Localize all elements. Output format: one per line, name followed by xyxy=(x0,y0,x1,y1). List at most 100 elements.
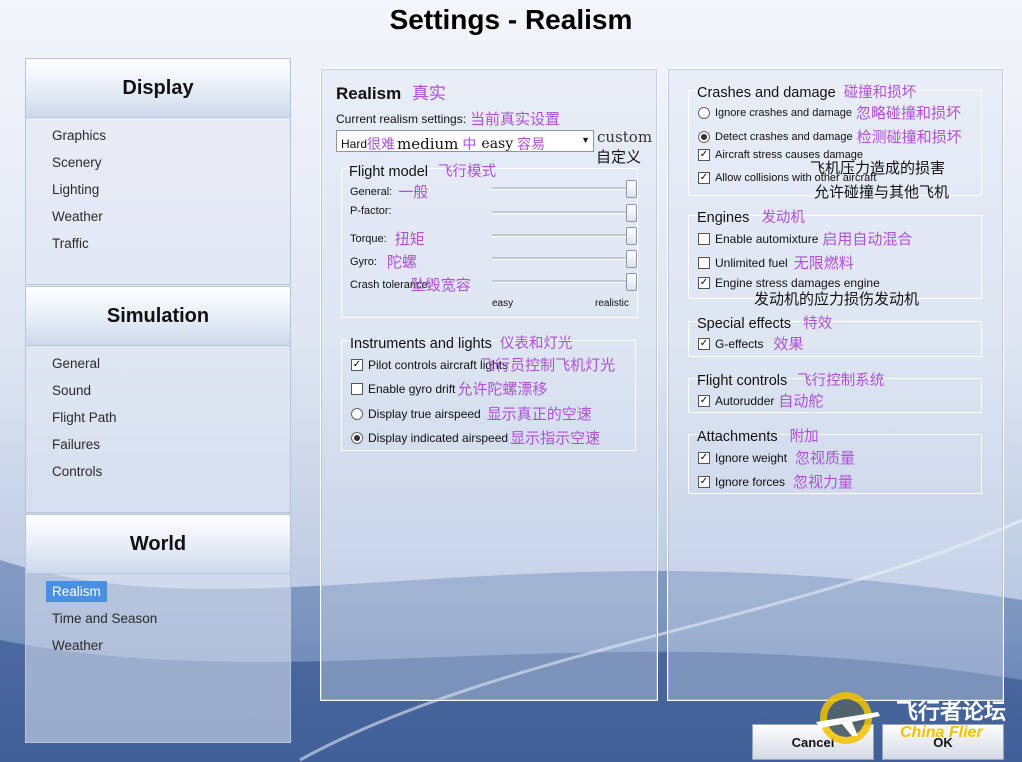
watermark-logo: 飞行者论坛 China Flier xyxy=(808,686,1018,748)
slider-label-general-text: General: xyxy=(350,185,393,198)
slider-thumb[interactable] xyxy=(626,204,637,222)
nav-list-display: Graphics Scenery Lighting Weather Traffi… xyxy=(25,118,291,285)
attachments-title: Attachments 附加 xyxy=(697,425,819,446)
option-engine-stress-cn: 发动机的应力损伤发动机 xyxy=(754,290,920,308)
nav-item-time-and-season[interactable]: Time and Season xyxy=(26,605,290,632)
option-label-cn: 飞行员控制飞机灯光 xyxy=(480,356,616,374)
slider-label-general: General: 一般 xyxy=(350,181,428,202)
nav-item-traffic[interactable]: Traffic xyxy=(26,230,290,257)
option-g-effects[interactable]: ✓ G-effects 效果 xyxy=(698,333,803,354)
option-label: Detect crashes and damage xyxy=(715,130,853,143)
checkbox-checked[interactable]: ✓ xyxy=(351,358,363,371)
checkbox-unchecked[interactable] xyxy=(698,232,710,245)
nav-item-sound[interactable]: Sound xyxy=(26,377,290,404)
option-label: Display indicated airspeed xyxy=(368,430,509,445)
slider-torque[interactable] xyxy=(492,227,638,245)
nav-header-display[interactable]: Display xyxy=(25,58,291,118)
preset-easy-cn: 容易 xyxy=(517,137,546,153)
checkbox-unchecked[interactable] xyxy=(351,382,363,395)
nav-item-weather[interactable]: Weather xyxy=(26,203,290,230)
slider-general[interactable] xyxy=(492,180,638,198)
realism-title-cn: 真实 xyxy=(411,84,446,104)
slider-label-crash-tolerance-cn: 坠毁宽容 xyxy=(410,276,471,294)
option-display-indicated-airspeed[interactable]: Display indicated airspeed 显示指示空速 xyxy=(351,427,600,448)
watermark-en: China Flier xyxy=(900,724,983,741)
slider-p-factor[interactable] xyxy=(492,204,638,222)
nav-item-world-weather[interactable]: Weather xyxy=(26,632,290,659)
option-label-cn: 无限燃料 xyxy=(793,254,854,272)
nav-item-scenery[interactable]: Scenery xyxy=(26,149,290,176)
attachments-title-cn: 附加 xyxy=(789,429,819,445)
slider-thumb[interactable] xyxy=(626,227,637,245)
effects-title: Special effects 特效 xyxy=(697,312,832,333)
current-realism-label-text: Current realism settings: xyxy=(336,111,467,126)
realism-title-text: Realism xyxy=(336,84,402,103)
radio-unselected[interactable] xyxy=(698,106,710,119)
engines-title-text: Engines xyxy=(697,210,750,226)
airplane-logo-icon xyxy=(816,692,880,744)
nav-section-simulation: Simulation General Sound Flight Path Fai… xyxy=(25,286,291,513)
slider-thumb[interactable] xyxy=(626,250,637,268)
nav-header-simulation[interactable]: Simulation xyxy=(25,286,291,346)
option-ignore-weight[interactable]: ✓ Ignore weight 忽视质量 xyxy=(698,447,855,468)
option-ignore-crashes[interactable]: Ignore crashes and damage 忽略碰撞和损坏 xyxy=(698,102,961,123)
option-detect-crashes[interactable]: Detect crashes and damage 检测碰撞和损坏 xyxy=(698,126,962,147)
option-label-cn: 启用自动混合 xyxy=(822,230,913,248)
nav-item-flight-path[interactable]: Flight Path xyxy=(26,404,290,431)
realism-preset-select[interactable]: Hard 很难 medium 中 easy 容易 ▼ xyxy=(336,130,594,153)
checkbox-checked[interactable]: ✓ xyxy=(698,172,710,184)
checkbox-checked[interactable]: ✓ xyxy=(698,337,710,350)
flight-controls-title-cn: 飞行控制系统 xyxy=(797,373,885,389)
chevron-down-icon: ▼ xyxy=(581,135,590,145)
slider-thumb[interactable] xyxy=(626,273,637,291)
option-pilot-controls-lights[interactable]: ✓ Pilot controls aircraft lights 飞行员控制飞机… xyxy=(351,354,615,375)
preset-hard-cn: 很难 xyxy=(367,137,396,153)
nav-item-controls[interactable]: Controls xyxy=(26,458,290,485)
checkbox-checked[interactable]: ✓ xyxy=(698,149,710,161)
nav-item-general[interactable]: General xyxy=(26,350,290,377)
slider-label-crash-tolerance: Crash tolerance: 坠毁宽容 xyxy=(350,274,471,295)
watermark-cn: 飞行者论坛 xyxy=(896,700,1007,725)
option-ignore-forces[interactable]: ✓ Ignore forces 忽视力量 xyxy=(698,471,853,492)
slider-track xyxy=(492,187,632,190)
option-label-cn: 忽视质量 xyxy=(795,449,856,467)
checkbox-checked[interactable]: ✓ xyxy=(698,394,710,407)
slider-label-gyro-text: Gyro: xyxy=(350,255,377,268)
nav-header-world[interactable]: World xyxy=(25,514,291,574)
flight-controls-title: Flight controls 飞行控制系统 xyxy=(697,369,884,390)
option-display-true-airspeed[interactable]: Display true airspeed 显示真正的空速 xyxy=(351,403,592,424)
flight-model-title-cn: 飞行模式 xyxy=(438,164,497,180)
checkbox-checked[interactable]: ✓ xyxy=(698,475,710,488)
radio-unselected[interactable] xyxy=(351,407,363,420)
nav-item-realism[interactable]: Realism xyxy=(26,578,290,605)
slider-label-p-factor: P-factor: xyxy=(350,205,392,217)
option-enable-automixture[interactable]: Enable automixture 启用自动混合 xyxy=(698,228,912,249)
slider-gyro[interactable] xyxy=(492,250,638,268)
checkbox-checked[interactable]: ✓ xyxy=(698,451,710,464)
nav-item-failures[interactable]: Failures xyxy=(26,431,290,458)
nav-item-lighting[interactable]: Lighting xyxy=(26,176,290,203)
option-label-cn: 忽略碰撞和损坏 xyxy=(855,104,961,122)
scale-label-realistic: realistic xyxy=(595,298,629,309)
slider-label-torque-cn: 扭矩 xyxy=(394,230,425,248)
option-autorudder[interactable]: ✓ Autorudder 自动舵 xyxy=(698,390,823,411)
slider-track xyxy=(492,280,632,283)
radio-selected[interactable] xyxy=(351,431,363,444)
checkbox-checked[interactable]: ✓ xyxy=(698,277,710,289)
radio-selected[interactable] xyxy=(698,130,710,143)
slider-crash-tolerance[interactable] xyxy=(492,273,638,291)
option-label-cn: 显示真正的空速 xyxy=(486,405,592,423)
checkbox-unchecked[interactable] xyxy=(698,256,710,269)
option-unlimited-fuel[interactable]: Unlimited fuel 无限燃料 xyxy=(698,252,854,273)
preset-medium: medium xyxy=(397,135,459,153)
option-label: Ignore forces xyxy=(715,474,786,489)
slider-label-gyro-cn: 陀螺 xyxy=(386,253,417,271)
slider-thumb[interactable] xyxy=(626,180,637,198)
crashes-title-cn: 碰撞和损坏 xyxy=(843,85,917,101)
option-label: Display true airspeed xyxy=(368,406,481,421)
realism-title: Realism 真实 xyxy=(336,79,446,104)
option-enable-gyro-drift[interactable]: Enable gyro drift 允许陀螺漂移 xyxy=(351,378,547,399)
nav-item-graphics[interactable]: Graphics xyxy=(26,122,290,149)
option-label: G-effects xyxy=(715,336,764,351)
option-label-cn: 效果 xyxy=(773,335,804,353)
